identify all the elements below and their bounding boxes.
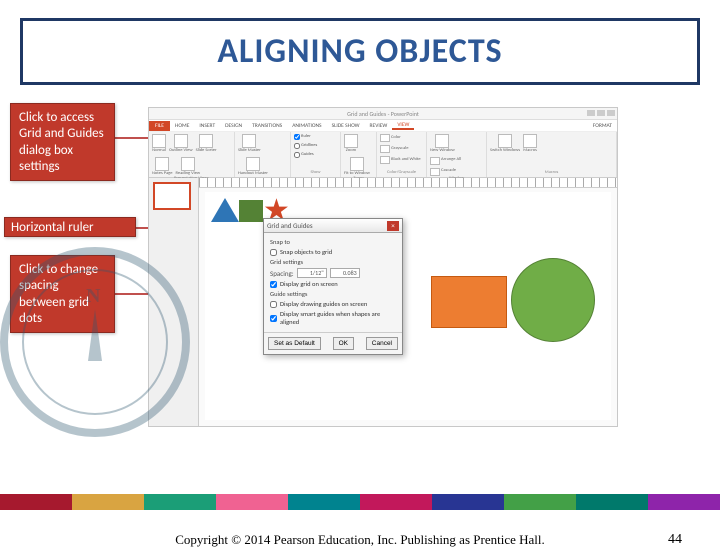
tab-insert[interactable]: INSERT (194, 123, 220, 129)
powerpoint-window: Grid and Guides - PowerPoint FILE HOME I… (148, 107, 618, 427)
btn-reading[interactable]: Reading View (175, 157, 200, 177)
ribbon-group-presentation-views: Normal Outline View Slide Sorter Notes P… (149, 132, 235, 177)
app-window-title: Grid and Guides - PowerPoint (347, 110, 419, 118)
ribbon-group-window: New Window Arrange All Cascade Window (427, 132, 487, 177)
content-area: Click to access Grid and Guides dialog b… (0, 97, 720, 467)
grid-guides-dialog: Grid and Guides × Snap to Snap objects t… (263, 218, 403, 355)
chk-smart-guides[interactable]: Display smart guides when shapes are ali… (270, 310, 396, 326)
btn-bw[interactable]: Black and White (380, 156, 421, 164)
tab-transitions[interactable]: TRANSITIONS (247, 123, 287, 129)
dialog-buttons: Set as Default OK Cancel (264, 332, 402, 354)
tab-format[interactable]: FORMAT (588, 123, 617, 129)
ribbon-group-master-views: Slide Master Handout Master Notes Master… (235, 132, 291, 177)
ribbon-group-show: Ruler Gridlines Guides Show (291, 132, 341, 177)
dialog-close-icon[interactable]: × (387, 221, 399, 231)
chk-guides[interactable]: Guides (294, 152, 314, 158)
btn-outline[interactable]: Outline View (169, 134, 193, 154)
callout-grid-guides-dialog: Click to access Grid and Guides dialog b… (10, 103, 115, 181)
tab-animations[interactable]: ANIMATIONS (287, 123, 326, 129)
btn-zoom[interactable]: Zoom (344, 134, 358, 154)
dialog-title: Grid and Guides (267, 221, 313, 230)
tab-file[interactable]: FILE (149, 121, 170, 131)
chk-gridlines[interactable]: Gridlines (294, 143, 317, 149)
btn-set-default[interactable]: Set as Default (268, 337, 321, 350)
shape-square[interactable] (239, 200, 263, 222)
spacing-dropdown[interactable]: 1/12" (297, 268, 327, 278)
btn-grayscale[interactable]: Grayscale (380, 145, 408, 153)
horizontal-ruler (199, 178, 617, 188)
btn-ok[interactable]: OK (333, 337, 354, 350)
slide-title-box: ALIGNING OBJECTS (20, 18, 700, 85)
tab-view[interactable]: VIEW (392, 122, 414, 130)
tab-slideshow[interactable]: SLIDE SHOW (327, 123, 365, 129)
btn-new-window[interactable]: New Window (430, 134, 455, 154)
btn-fit[interactable]: Fit to Window (344, 157, 370, 177)
slide-canvas[interactable]: ★ Grid and Guides × Snap to Snap objects… (205, 192, 611, 420)
spacing-decimal[interactable]: 0.083 (330, 268, 360, 278)
chk-snap-to-grid[interactable]: Snap objects to grid (270, 248, 396, 256)
btn-cancel[interactable]: Cancel (366, 337, 398, 350)
btn-arrange[interactable]: Arrange All (430, 157, 461, 165)
chk-display-guides[interactable]: Display drawing guides on screen (270, 300, 396, 308)
ribbon-group-macros: Switch Windows Macros Macros (487, 132, 617, 177)
btn-cascade[interactable]: Cascade (430, 168, 456, 176)
slide-thumbnail[interactable] (153, 182, 191, 210)
btn-color[interactable]: Color (380, 134, 401, 142)
dialog-titlebar: Grid and Guides × (264, 219, 402, 233)
compass-n: N (86, 285, 100, 308)
btn-sorter[interactable]: Slide Sorter (196, 134, 217, 154)
shape-rectangle[interactable] (431, 276, 507, 328)
tab-review[interactable]: REVIEW (365, 123, 393, 129)
compass-watermark: N (0, 247, 190, 437)
row-spacing: Spacing: 1/12" 0.083 (270, 268, 396, 278)
section-grid: Grid settings (270, 258, 396, 266)
dialog-body: Snap to Snap objects to grid Grid settin… (264, 233, 402, 332)
btn-slide-master[interactable]: Slide Master (238, 134, 261, 154)
btn-normal[interactable]: Normal (152, 134, 166, 154)
ribbon-body: Normal Outline View Slide Sorter Notes P… (149, 132, 617, 178)
ribbon-group-zoom: Zoom Fit to Window Zoom (341, 132, 377, 177)
section-snap: Snap to (270, 238, 396, 246)
chk-ruler[interactable]: Ruler (294, 134, 311, 140)
btn-handout-master[interactable]: Handout Master (238, 157, 268, 177)
window-buttons (587, 110, 615, 116)
color-stripe (0, 494, 720, 510)
page-number: 44 (668, 532, 682, 548)
ribbon-group-color: Color Grayscale Black and White Color/Gr… (377, 132, 427, 177)
chk-display-grid[interactable]: Display grid on screen (270, 280, 396, 288)
section-guides: Guide settings (270, 290, 396, 298)
maximize-icon[interactable] (597, 110, 605, 116)
ribbon-tabs: FILE HOME INSERT DESIGN TRANSITIONS ANIM… (149, 120, 617, 132)
btn-macros[interactable]: Macros (523, 134, 537, 154)
slide-area: ★ Grid and Guides × Snap to Snap objects… (149, 178, 617, 426)
btn-notes-page[interactable]: Notes Page (152, 157, 172, 177)
btn-switch-windows[interactable]: Switch Windows (490, 134, 520, 154)
close-icon[interactable] (607, 110, 615, 116)
minimize-icon[interactable] (587, 110, 595, 116)
tab-design[interactable]: DESIGN (220, 123, 247, 129)
spacing-label: Spacing: (270, 269, 294, 278)
app-titlebar: Grid and Guides - PowerPoint (149, 108, 617, 120)
shape-triangle[interactable] (211, 198, 239, 222)
copyright-text: Copyright © 2014 Pearson Education, Inc.… (175, 532, 545, 548)
shape-circle[interactable] (511, 258, 595, 342)
tab-home[interactable]: HOME (170, 123, 194, 129)
footer: Copyright © 2014 Pearson Education, Inc.… (0, 522, 720, 558)
callout-horizontal-ruler: Horizontal ruler (4, 217, 136, 237)
slide-title: ALIGNING OBJECTS (23, 31, 697, 72)
